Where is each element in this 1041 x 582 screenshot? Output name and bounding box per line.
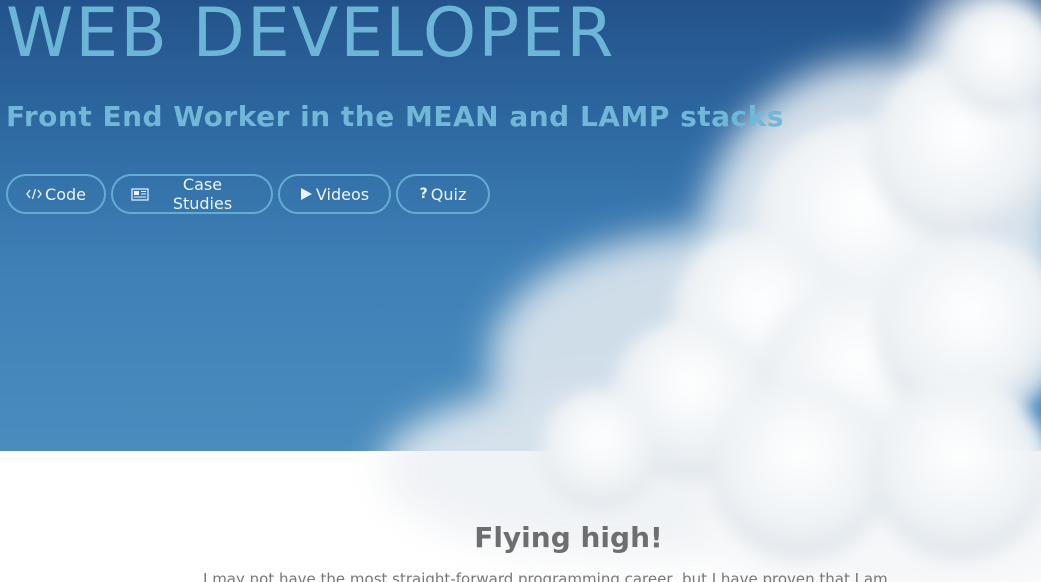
code-button[interactable]: Code bbox=[6, 174, 106, 214]
code-button-label: Code bbox=[45, 184, 86, 204]
case-studies-button-label: Case Studies bbox=[172, 175, 233, 213]
videos-button-label: Videos bbox=[315, 184, 370, 204]
about-heading: Flying high! bbox=[474, 521, 663, 554]
section-nav: Code Case Studies Videos ? Quiz bbox=[6, 174, 490, 214]
page-subtitle: Front End Worker in the MEAN and LAMP st… bbox=[6, 100, 784, 133]
quiz-button-label: Quiz bbox=[430, 184, 467, 204]
question-icon: ? bbox=[419, 186, 428, 202]
play-icon bbox=[300, 187, 313, 201]
code-icon bbox=[26, 188, 42, 200]
newspaper-icon bbox=[131, 187, 149, 201]
quiz-button[interactable]: ? Quiz bbox=[396, 174, 490, 214]
videos-button[interactable]: Videos bbox=[278, 174, 391, 214]
case-studies-button[interactable]: Case Studies bbox=[111, 174, 273, 214]
page-title: WEB DEVELOPER bbox=[6, 0, 616, 73]
about-intro: I may not have the most straight-forward… bbox=[203, 570, 888, 582]
